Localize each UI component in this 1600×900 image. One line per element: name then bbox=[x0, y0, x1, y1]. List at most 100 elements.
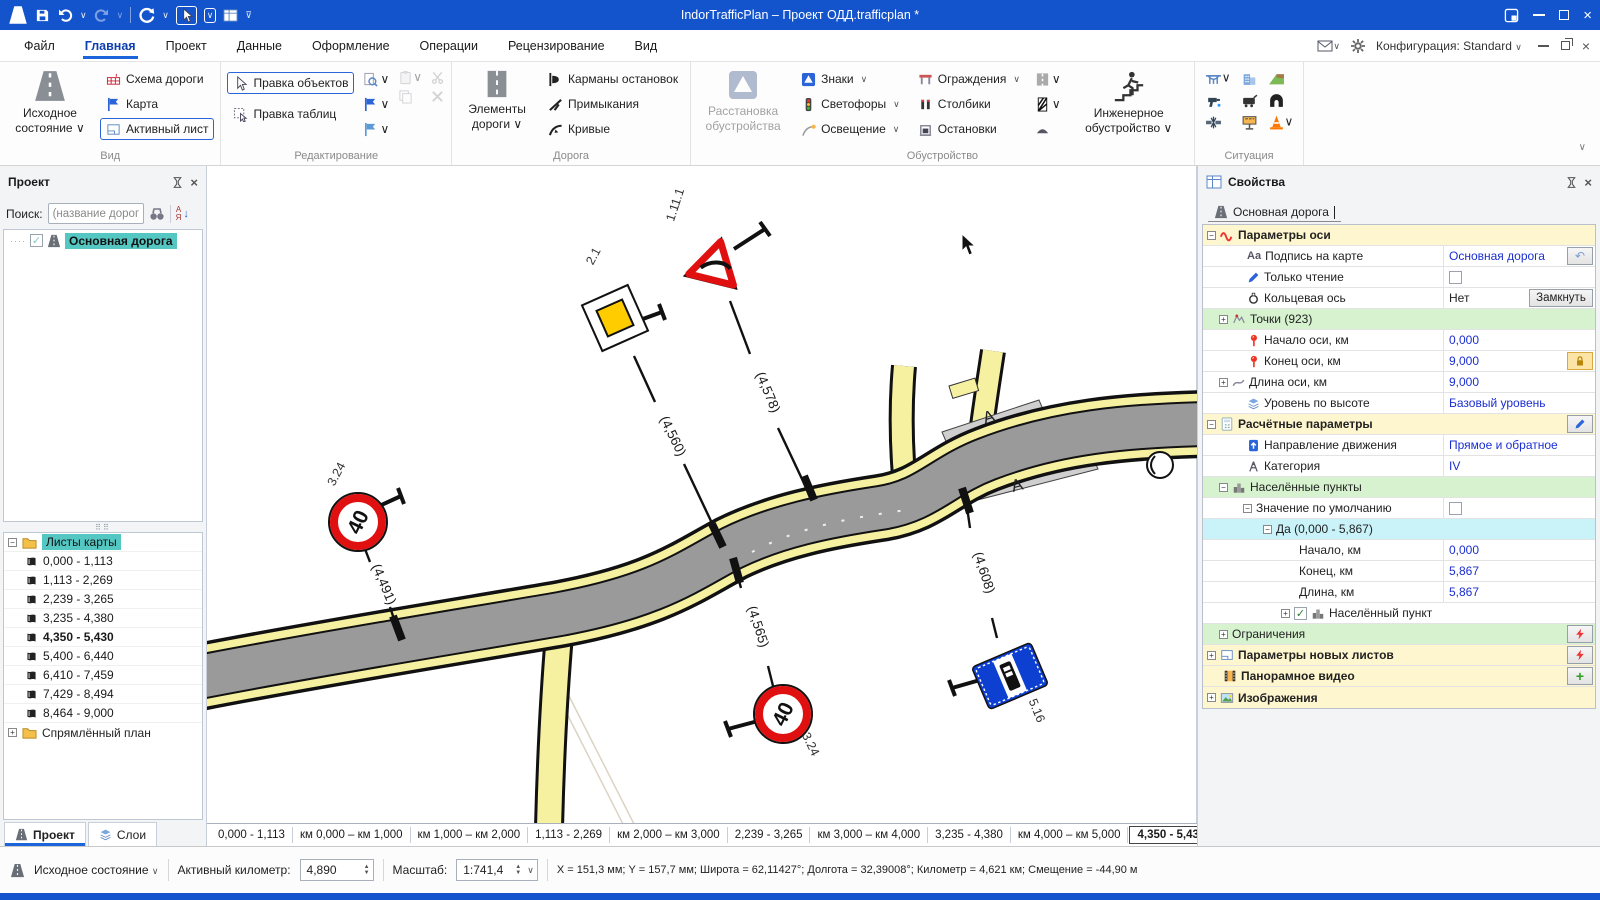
bus-bays-button[interactable]: Карманы остановок bbox=[542, 68, 684, 90]
layout-icon[interactable] bbox=[223, 8, 238, 23]
layout-dropdown-icon[interactable]: ⊽ bbox=[245, 10, 252, 21]
sheet-row[interactable]: 2,239 - 3,265 bbox=[4, 590, 202, 609]
km-tab-active[interactable]: 4,350 - 5,430 bbox=[1129, 826, 1197, 844]
billboard-icon[interactable] bbox=[1241, 114, 1258, 131]
edit-tables-button[interactable]: Правка таблиц bbox=[227, 103, 354, 125]
tunnel-icon[interactable] bbox=[1268, 92, 1285, 109]
prop-row-points[interactable]: +Точки (923) bbox=[1203, 309, 1595, 330]
state-selector[interactable]: Исходное состояние ∨ bbox=[34, 863, 159, 877]
undo-dropdown-icon[interactable]: ∨ bbox=[80, 10, 87, 21]
prop-row-settlements[interactable]: −Населённые пункты bbox=[1203, 477, 1595, 498]
go-flag-button[interactable]: ∨ bbox=[360, 118, 392, 140]
panel-splitter[interactable]: ⠿⠿ bbox=[0, 522, 206, 532]
edit-objects-button[interactable]: Правка объектов bbox=[227, 72, 354, 94]
search-input[interactable] bbox=[48, 203, 144, 224]
minimize-button[interactable] bbox=[1533, 14, 1545, 16]
active-km-input[interactable]: 4,890▲▼ bbox=[300, 859, 374, 881]
find-icon[interactable] bbox=[149, 206, 165, 222]
refresh-dropdown-icon[interactable]: ∨ bbox=[162, 10, 169, 21]
prop-row-axis-start[interactable]: Начало оси, км0,000 bbox=[1203, 330, 1595, 351]
prop-row-length[interactable]: Длина, км5,867 bbox=[1203, 582, 1595, 603]
prop-group-new-sheets[interactable]: +Параметры новых листов bbox=[1203, 645, 1595, 666]
recalc-button[interactable] bbox=[1567, 646, 1593, 664]
undo-icon[interactable] bbox=[57, 7, 73, 23]
tab-operations[interactable]: Операции bbox=[406, 33, 492, 59]
maximize-button[interactable] bbox=[1559, 10, 1569, 20]
mail-button[interactable]: ∨ bbox=[1317, 38, 1340, 54]
prop-group-images[interactable]: +Изображения bbox=[1203, 687, 1595, 708]
prop-row-start[interactable]: Начало, км0,000 bbox=[1203, 540, 1595, 561]
tab-project[interactable]: Проект bbox=[152, 33, 221, 59]
active-sheet-button[interactable]: Активный лист bbox=[100, 118, 214, 140]
prop-row-yes-range[interactable]: −Да (0,000 - 5,867) bbox=[1203, 519, 1595, 540]
default-checkbox[interactable] bbox=[1449, 502, 1462, 515]
sheet-row[interactable]: 7,429 - 8,494 bbox=[4, 685, 202, 704]
lighting-button[interactable]: Освещение∨ bbox=[795, 118, 906, 140]
roadworks-button[interactable]: ∨ bbox=[1268, 114, 1294, 131]
ribbon-collapse-icon[interactable]: ∨ bbox=[1579, 142, 1586, 153]
recalc-button[interactable] bbox=[1567, 625, 1593, 643]
pin-icon[interactable] bbox=[1565, 176, 1578, 189]
prop-row-category[interactable]: КатегорияIV bbox=[1203, 456, 1595, 477]
scale-spinner[interactable]: ▲▼ bbox=[515, 864, 521, 876]
plan-folder-row[interactable]: + Спрямлённый план bbox=[4, 723, 202, 742]
tab-layers-bottom[interactable]: Слои bbox=[88, 822, 157, 846]
sheets-folder-row[interactable]: − Листы карты bbox=[4, 533, 202, 552]
water-tap-icon[interactable] bbox=[1205, 92, 1222, 109]
add-video-button[interactable]: + bbox=[1567, 667, 1593, 685]
sheet-row[interactable]: 1,113 - 2,269 bbox=[4, 571, 202, 590]
road-checkbox[interactable]: ✓ bbox=[30, 234, 43, 247]
junctions-button[interactable]: Примыкания bbox=[542, 93, 684, 115]
tab-design[interactable]: Оформление bbox=[298, 33, 404, 59]
traffic-lights-button[interactable]: Светофоры∨ bbox=[795, 93, 906, 115]
embankment-icon[interactable] bbox=[1268, 70, 1285, 87]
sheet-row[interactable]: 8,464 - 9,000 bbox=[4, 704, 202, 723]
fences-button[interactable]: Ограждения∨ bbox=[912, 68, 1026, 90]
km-tab[interactable]: 2,239 - 3,265 bbox=[728, 827, 811, 843]
prop-row-default-value[interactable]: −Значение по умолчанию bbox=[1203, 498, 1595, 519]
km-tab[interactable]: км 1,000 – км 2,000 bbox=[411, 827, 529, 843]
km-tab[interactable]: км 3,000 – км 4,000 bbox=[810, 827, 928, 843]
prop-row-readonly[interactable]: Только чтение bbox=[1203, 267, 1595, 288]
initial-state-button[interactable]: Исходное состояние ∨ bbox=[6, 66, 94, 136]
prop-group-axis[interactable]: −Параметры оси bbox=[1203, 225, 1595, 246]
tab-file[interactable]: Файл bbox=[10, 33, 69, 59]
scale-input[interactable]: 1:741,4▲▼∨ bbox=[456, 859, 538, 881]
close-icon[interactable]: × bbox=[190, 175, 198, 190]
km-spinner[interactable]: ▲▼ bbox=[364, 864, 370, 876]
select-mode-dropdown[interactable]: ∨ bbox=[204, 8, 217, 23]
tab-view[interactable]: Вид bbox=[621, 33, 672, 59]
sheet-row[interactable]: 5,400 - 6,440 bbox=[4, 647, 202, 666]
road-elements-button[interactable]: Элементы дороги ∨ bbox=[458, 66, 536, 132]
prop-row-restrictions[interactable]: +Ограничения bbox=[1203, 624, 1595, 645]
settlement-checkbox[interactable]: ✓ bbox=[1294, 607, 1307, 620]
gear-icon[interactable] bbox=[1350, 38, 1366, 54]
marking-button[interactable]: ∨ bbox=[1032, 68, 1064, 90]
tab-project-bottom[interactable]: Проект bbox=[4, 822, 86, 846]
sheet-row[interactable]: 0,000 - 1,113 bbox=[4, 552, 202, 571]
prop-row-end[interactable]: Конец, км5,867 bbox=[1203, 561, 1595, 582]
bridge-button[interactable]: ∨ bbox=[1205, 70, 1231, 87]
prop-row-caption[interactable]: AaПодпись на картеОсновная дорога↶ bbox=[1203, 246, 1595, 267]
new-flag-button[interactable]: ∨ bbox=[360, 93, 392, 115]
road-tree-item[interactable]: ···· ✓ Основная дорога bbox=[4, 230, 202, 251]
engineering-equipment-button[interactable]: Инженерное обустройство ∨ bbox=[1070, 66, 1188, 136]
prop-row-settlement[interactable]: +✓Населённый пункт bbox=[1203, 603, 1595, 624]
km-tab[interactable]: км 0,000 – км 1,000 bbox=[293, 827, 411, 843]
readonly-checkbox[interactable] bbox=[1449, 271, 1462, 284]
sort-icon[interactable]: АЯ bbox=[176, 206, 182, 222]
prop-row-axis-length[interactable]: +Длина оси, км9,000 bbox=[1203, 372, 1595, 393]
km-tab[interactable]: 3,235 - 4,380 bbox=[928, 827, 1011, 843]
doc-close-button[interactable]: × bbox=[1582, 38, 1590, 54]
map-button[interactable]: Карта bbox=[100, 93, 214, 115]
refresh-icon[interactable] bbox=[138, 7, 155, 24]
curves-button[interactable]: Кривые bbox=[542, 118, 684, 140]
prop-row-direction[interactable]: Направление движенияПрямое и обратное bbox=[1203, 435, 1595, 456]
prop-group-calc[interactable]: −Расчётные параметры bbox=[1203, 414, 1595, 435]
edit-calc-button[interactable] bbox=[1567, 415, 1593, 433]
sheet-row[interactable]: 3,235 - 4,380 bbox=[4, 609, 202, 628]
railroad-icon[interactable] bbox=[1241, 92, 1258, 109]
properties-object-tab[interactable]: Основная дорога bbox=[1208, 203, 1341, 222]
road-scheme-button[interactable]: Схема дороги bbox=[100, 68, 214, 90]
prop-group-panoramic-video[interactable]: Панорамное видео+ bbox=[1203, 666, 1595, 687]
